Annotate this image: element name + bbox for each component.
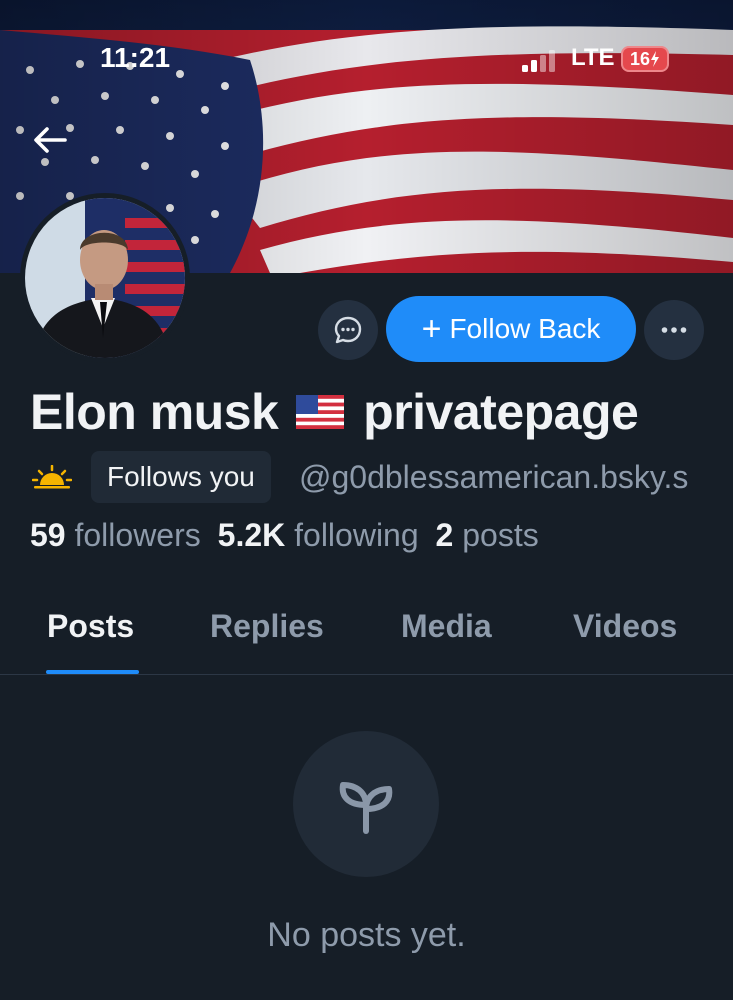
display-name-part1: Elon musk <box>30 384 279 440</box>
avatar-image <box>25 198 185 358</box>
display-name: Elon musk privatepage <box>30 383 639 441</box>
followers-count[interactable]: 59 <box>30 517 66 553</box>
follows-you-badge: Follows you <box>91 451 271 503</box>
posts-label: posts <box>462 517 539 553</box>
handle-row: Follows you @g0dblessamerican.bsky.s <box>0 451 733 503</box>
more-icon <box>661 327 687 333</box>
empty-state-icon-circle <box>293 731 439 877</box>
profile-tabs: Posts Replies Media Videos <box>0 590 733 675</box>
sun-icon <box>32 465 72 489</box>
followers-label[interactable]: followers <box>74 517 200 553</box>
following-label[interactable]: following <box>294 517 419 553</box>
back-arrow-icon <box>34 127 67 153</box>
profile-handle: @g0dblessamerican.bsky.s <box>299 459 689 495</box>
plus-icon: + <box>421 310 442 348</box>
status-time: 11:21 <box>100 42 171 73</box>
tab-media[interactable]: Media <box>401 608 492 645</box>
following-count[interactable]: 5.2K <box>218 517 286 553</box>
back-button[interactable] <box>26 118 74 162</box>
empty-state-message: No posts yet. <box>267 916 466 954</box>
more-options-button[interactable] <box>644 300 704 360</box>
follow-back-label: Follow Back <box>449 313 601 344</box>
battery-indicator: 16 <box>621 46 669 72</box>
follows-you-label: Follows you <box>107 461 255 492</box>
posts-count: 2 <box>435 517 454 553</box>
status-bar: 11:21 LTE 16 <box>0 0 733 120</box>
profile-stats: 59 followers 5.2K following 2 posts <box>30 517 539 554</box>
tab-posts[interactable]: Posts <box>47 608 134 645</box>
battery-level: 16 <box>629 48 651 69</box>
tab-replies[interactable]: Replies <box>210 608 324 645</box>
seedling-icon <box>339 782 393 834</box>
message-button[interactable] <box>318 300 378 360</box>
follow-back-button[interactable]: + Follow Back <box>386 296 636 362</box>
display-name-part2: privatepage <box>363 384 639 440</box>
signal-icon <box>522 50 555 72</box>
tab-videos[interactable]: Videos <box>573 608 677 645</box>
charging-bolt-icon <box>651 51 660 67</box>
message-icon <box>334 316 362 344</box>
flag-emoji-icon <box>295 394 344 429</box>
avatar[interactable] <box>20 193 190 363</box>
tabs-divider <box>0 674 733 675</box>
network-label: LTE <box>571 44 615 71</box>
